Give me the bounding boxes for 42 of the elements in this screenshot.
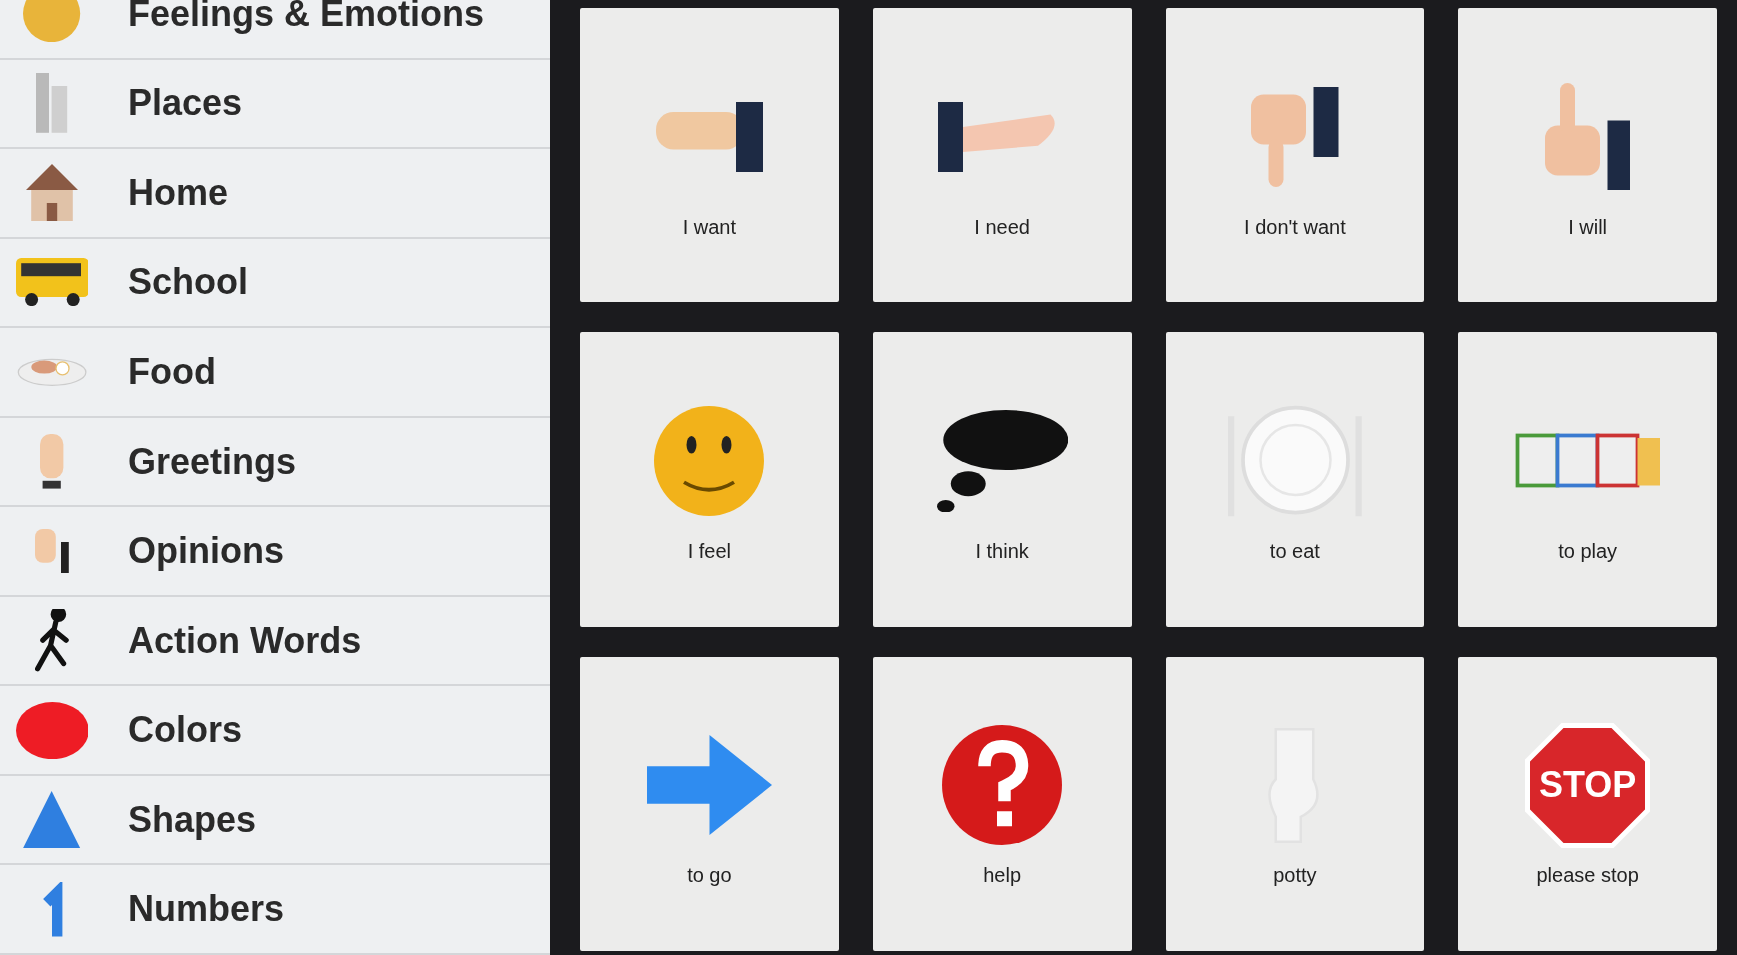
symbol-tile[interactable]: I need: [872, 8, 1132, 303]
symbol-tile[interactable]: I will: [1458, 8, 1717, 303]
category-item[interactable]: Numbers: [0, 865, 550, 955]
thumbs-down-icon: [1251, 86, 1339, 187]
plate-icon: [16, 357, 88, 387]
category-item[interactable]: Home: [0, 149, 550, 239]
category-item[interactable]: Places: [0, 59, 550, 150]
category-item[interactable]: School: [0, 238, 550, 329]
category-item[interactable]: Shapes: [0, 775, 550, 866]
plate-and-utensils-icon: [1228, 404, 1362, 518]
toy-blocks-icon: [1515, 433, 1661, 489]
category-item[interactable]: Colors: [0, 686, 550, 776]
stop-sign-icon: [1525, 722, 1651, 848]
symbol-tile[interactable]: I think: [872, 332, 1132, 627]
building-icon: [36, 73, 68, 134]
category-item[interactable]: Food: [0, 328, 550, 418]
smiley-face-icon: [654, 406, 765, 516]
thumbs-up-icon: [1545, 82, 1631, 191]
category-item[interactable]: Action Words: [0, 596, 550, 687]
symbol-tile[interactable]: to go: [580, 656, 839, 951]
thought-bubble-icon: [936, 409, 1068, 513]
symbol-tile[interactable]: to eat: [1165, 332, 1425, 627]
symbol-tile[interactable]: I feel: [580, 332, 839, 627]
question-mark-icon: [942, 725, 1063, 846]
sign-text: STOP: [1538, 764, 1637, 807]
category-item[interactable]: Feelings & Emotions: [0, 0, 550, 60]
paint-blob-icon: [15, 701, 89, 759]
open-hand-icon: [655, 101, 764, 172]
symbol-tile[interactable]: help: [872, 656, 1132, 951]
face-icon: [23, 0, 81, 43]
category-item[interactable]: Greetings: [0, 417, 550, 508]
running-person-icon: [35, 609, 69, 672]
symbol-tile[interactable]: potty: [1165, 656, 1425, 951]
house-icon: [26, 164, 78, 222]
symbol-tile[interactable]: to play: [1458, 332, 1717, 627]
category-item[interactable]: Opinions: [0, 507, 550, 597]
bus-icon: [15, 258, 89, 307]
symbol-tile[interactable]: I want: [580, 8, 839, 303]
arrow-right-icon: [646, 735, 772, 836]
symbol-tile[interactable]: STOP please stop: [1458, 656, 1717, 951]
symbol-tile[interactable]: I don't want: [1165, 8, 1425, 303]
triangle-icon: [23, 791, 81, 849]
